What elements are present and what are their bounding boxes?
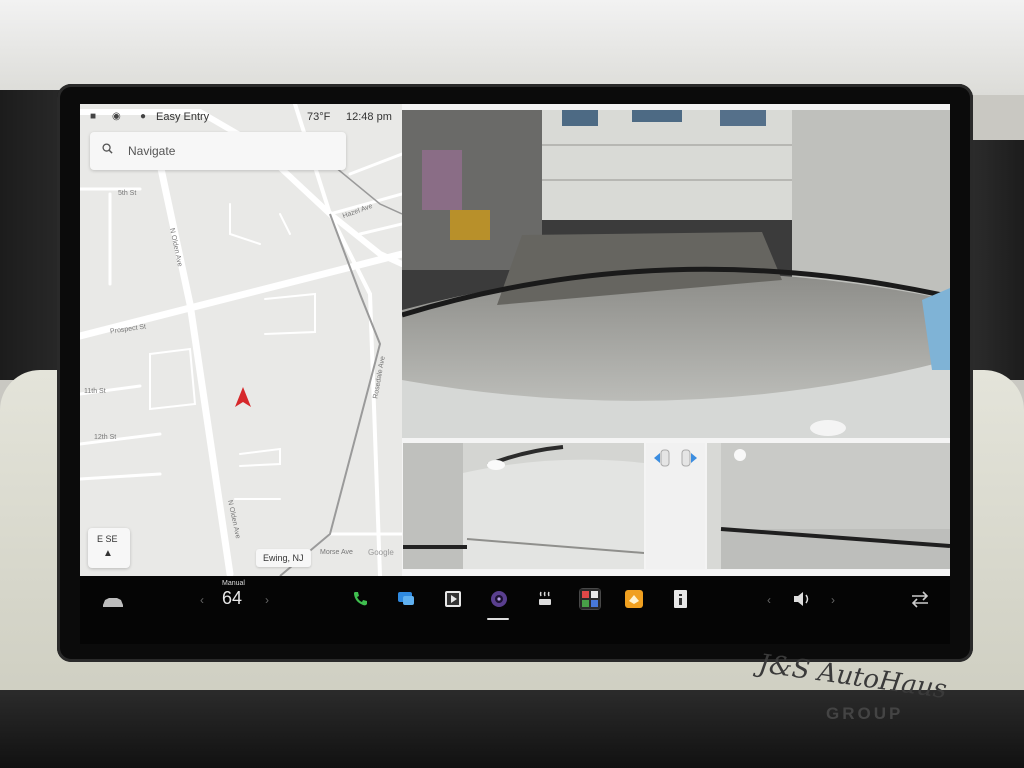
chevron-right-icon[interactable]: › bbox=[831, 593, 835, 607]
compass-button[interactable]: E SE ▲ bbox=[88, 528, 130, 568]
chevron-left-icon[interactable]: ‹ bbox=[767, 593, 771, 607]
profile-name[interactable]: Easy Entry bbox=[156, 111, 209, 123]
rear-camera-image bbox=[402, 110, 950, 438]
left-camera-toggle-icon[interactable] bbox=[652, 447, 672, 469]
navigate-search-bar[interactable]: Navigate bbox=[90, 132, 346, 170]
app-launcher-icon[interactable] bbox=[579, 588, 601, 610]
map-attribution: Google bbox=[368, 548, 394, 557]
right-camera-image bbox=[707, 443, 950, 569]
messages-icon[interactable] bbox=[396, 589, 416, 609]
camera-selector bbox=[646, 443, 705, 569]
search-placeholder: Navigate bbox=[128, 144, 176, 158]
street-label: 5th St bbox=[118, 190, 137, 197]
street-label: 11th St bbox=[84, 388, 106, 395]
sentry-icon[interactable]: ◉ bbox=[112, 111, 121, 122]
chevron-right-icon[interactable]: › bbox=[265, 593, 269, 607]
lock-icon[interactable]: ■ bbox=[90, 111, 96, 122]
car-icon[interactable] bbox=[102, 596, 124, 608]
street-label: 12th St bbox=[94, 434, 117, 441]
left-camera-image bbox=[403, 443, 644, 569]
compass-heading: E SE bbox=[97, 534, 118, 544]
current-location: Ewing, NJ bbox=[256, 549, 311, 567]
street-label: Morse Ave bbox=[320, 549, 353, 556]
search-icon bbox=[102, 143, 113, 154]
rear-camera-view[interactable] bbox=[402, 110, 950, 438]
status-bar: ■ ◉ ● Easy Entry 73°F 12:48 pm bbox=[80, 104, 402, 130]
left-repeater-camera-view[interactable] bbox=[403, 443, 644, 569]
right-repeater-camera-view[interactable] bbox=[707, 443, 950, 569]
dealer-watermark-group: GROUP bbox=[826, 704, 904, 723]
taskbar: ‹ Manual 64 › ‹ › bbox=[80, 576, 950, 644]
map-roads bbox=[80, 104, 402, 576]
home-indicator bbox=[487, 618, 509, 620]
temperature: 73°F bbox=[307, 111, 331, 123]
dashboard-right bbox=[964, 140, 1024, 380]
media-icon[interactable] bbox=[443, 589, 463, 609]
camera-icon[interactable] bbox=[489, 589, 509, 609]
dashboard-bottom bbox=[0, 690, 1024, 768]
seat-heat-icon[interactable] bbox=[535, 589, 555, 609]
navigation-arrow-icon bbox=[235, 387, 251, 407]
swap-layout-icon[interactable] bbox=[910, 590, 930, 608]
phone-icon[interactable] bbox=[350, 589, 370, 609]
volume-icon[interactable] bbox=[792, 590, 812, 608]
speed-value[interactable]: 64 bbox=[222, 588, 242, 609]
background-top bbox=[0, 0, 1024, 95]
profile-icon[interactable]: ● bbox=[140, 111, 146, 122]
manual-icon[interactable] bbox=[670, 589, 690, 609]
compass-arrow-icon: ▲ bbox=[103, 548, 113, 559]
toybox-icon[interactable] bbox=[624, 589, 644, 609]
speed-mode-label: Manual bbox=[222, 580, 245, 587]
navigation-map[interactable]: ■ ◉ ● Easy Entry 73°F 12:48 pm Navigate … bbox=[80, 104, 402, 576]
right-camera-toggle-icon[interactable] bbox=[679, 447, 699, 469]
chevron-left-icon[interactable]: ‹ bbox=[200, 593, 204, 607]
touchscreen: ■ ◉ ● Easy Entry 73°F 12:48 pm Navigate … bbox=[80, 104, 950, 644]
clock: 12:48 pm bbox=[346, 111, 392, 123]
